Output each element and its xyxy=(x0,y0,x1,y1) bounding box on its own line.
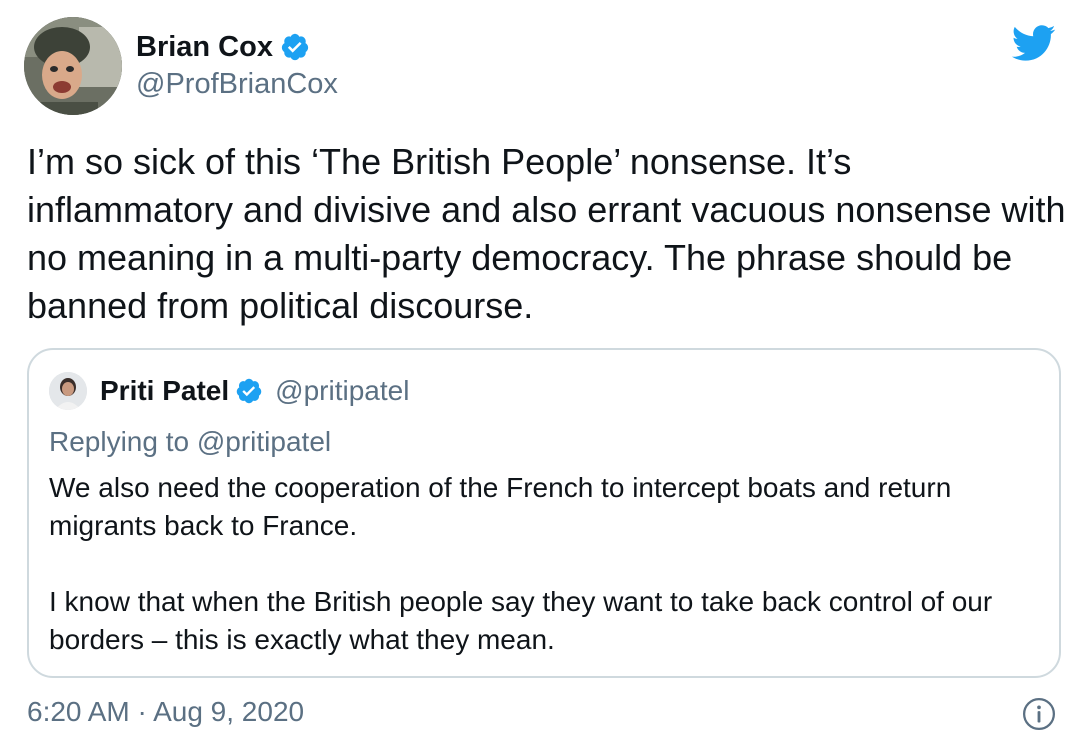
tweet-timestamp[interactable]: 6:20 AM · Aug 9, 2020 xyxy=(27,696,304,728)
author-avatar[interactable] xyxy=(24,17,122,115)
quoted-author-avatar-image xyxy=(49,372,87,410)
author-name[interactable]: Brian Cox xyxy=(136,31,273,64)
tweet-text: I’m so sick of this ‘The British People’… xyxy=(27,141,1066,326)
author-avatar-image xyxy=(24,17,122,115)
verified-badge-icon xyxy=(281,33,309,61)
quoted-tweet[interactable]: Priti Patel @pritipatel Replying to @pri… xyxy=(27,348,1061,678)
author-handle[interactable]: @ProfBrianCox xyxy=(136,68,338,101)
author-name-row: Brian Cox xyxy=(136,28,338,66)
quoted-author-name[interactable]: Priti Patel xyxy=(100,375,229,407)
quoted-verified-badge-icon xyxy=(236,378,262,404)
replying-to-label[interactable]: Replying to @pritipatel xyxy=(49,426,331,458)
quoted-paragraph: I know that when the British people say … xyxy=(49,586,993,655)
quoted-author-avatar[interactable] xyxy=(49,372,87,410)
twitter-bird-icon[interactable] xyxy=(1010,20,1056,66)
quoted-tweet-header: Priti Patel @pritipatel xyxy=(49,372,409,410)
info-icon[interactable] xyxy=(1022,697,1056,731)
author-info: Brian Cox @ProfBrianCox xyxy=(136,28,338,101)
quoted-paragraph: We also need the cooperation of the Fren… xyxy=(49,472,952,541)
quoted-author-handle[interactable]: @pritipatel xyxy=(275,375,409,407)
tweet-card: Brian Cox @ProfBrianCox I’m so sick of t… xyxy=(0,0,1078,750)
quoted-tweet-text: We also need the cooperation of the Fren… xyxy=(49,469,1039,659)
